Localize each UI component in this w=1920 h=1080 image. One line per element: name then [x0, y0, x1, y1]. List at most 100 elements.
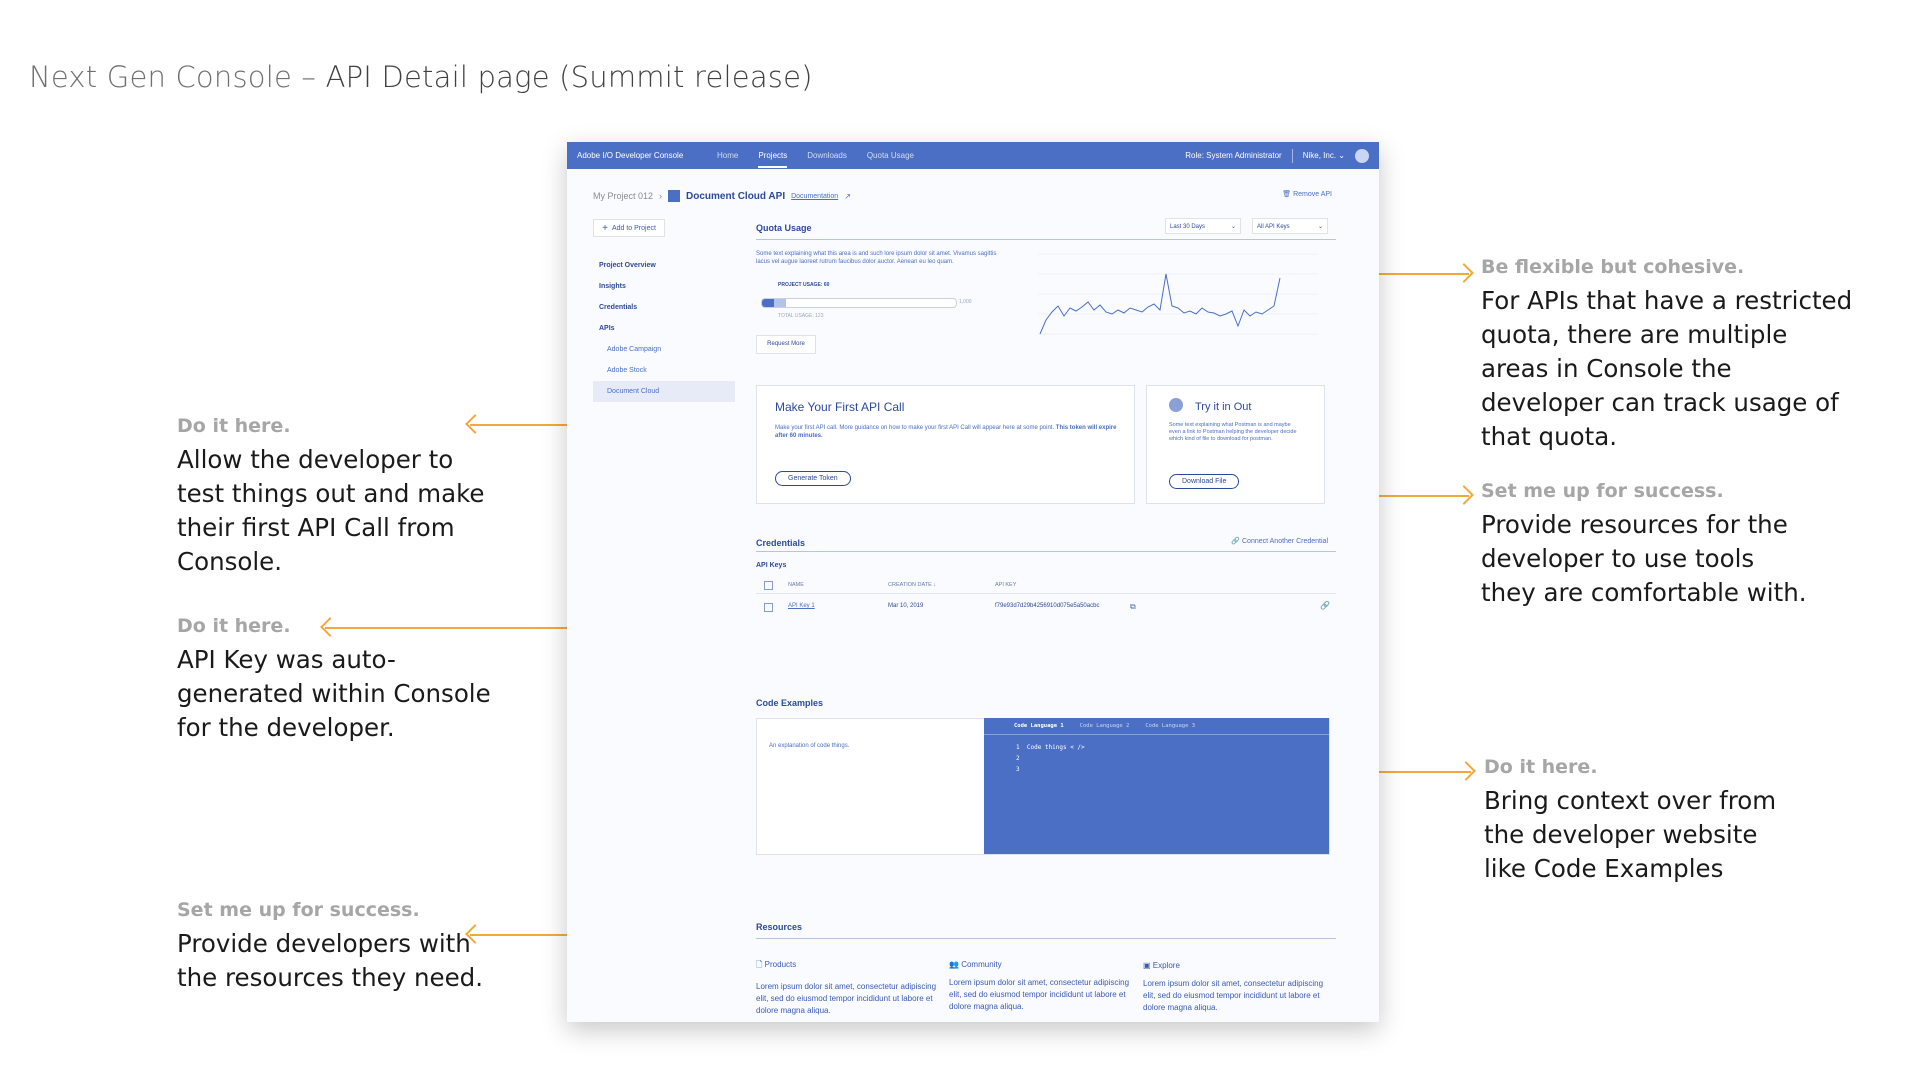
arrow-down-icon: ↓ — [933, 582, 937, 588]
try-it-text: Some text explaining what Postman is and… — [1169, 422, 1297, 442]
avatar[interactable] — [1355, 148, 1369, 163]
code-examples-section: Code Examples — [756, 698, 1336, 708]
project-usage-fill — [762, 299, 774, 307]
sidebar-item-overview[interactable]: Project Overview — [593, 255, 735, 276]
documentation-link[interactable]: Documentation — [791, 193, 838, 200]
usage-chart — [1038, 253, 1318, 335]
sidebar-item-document-cloud[interactable]: Document Cloud — [593, 381, 735, 402]
first-call-title: Make Your First API Call — [775, 400, 905, 414]
table-row: API Key 1 Mar 10, 2019 f79e93d7d29b42569… — [756, 594, 1336, 618]
resources-title: Resources — [756, 922, 803, 932]
brand-logo[interactable]: Adobe I/O Developer Console — [577, 151, 717, 160]
sidebar-item-apis[interactable]: APIs — [593, 318, 735, 339]
code-explanation: An explanation of code things. — [769, 743, 850, 749]
side-nav: Project Overview Insights Credentials AP… — [593, 255, 735, 402]
first-api-call-card: Make Your First API Call Make your first… — [756, 385, 1135, 504]
breadcrumb: My Project 012 › Document Cloud API Docu… — [593, 190, 851, 202]
sidebar-item-credentials[interactable]: Credentials — [593, 297, 735, 318]
annotation-resources: Set me up for success. Provide developer… — [177, 899, 484, 992]
page-title: Document Cloud API — [686, 190, 786, 202]
api-keys-table: NAME CREATION DATE ↓ API KEY API Key 1 M… — [756, 581, 1336, 623]
resources-community: 👥 Community Lorem ipsum dolor sit amet, … — [949, 960, 1130, 1011]
date-range-select[interactable]: Last 30 Days ⌄ — [1165, 218, 1241, 234]
creation-date: Mar 10, 2019 — [888, 603, 924, 609]
code-panel: Code Language 1 Code Language 2 Code Lan… — [984, 718, 1329, 854]
quota-description: Some text explaining what this area is a… — [756, 251, 997, 265]
link-icon: 🔗 — [1231, 538, 1241, 545]
row-checkbox[interactable] — [764, 603, 773, 612]
document-icon: 🗋 — [756, 960, 763, 969]
quota-progress-bar — [761, 298, 957, 308]
quota-section: Quota Usage Last 30 Days ⌄ All API Keys ⌄ … — [756, 218, 1336, 354]
role-label: Role: System Administrator — [1185, 151, 1282, 160]
tab-code-language-1[interactable]: Code Language 1 — [1014, 723, 1064, 729]
download-file-button[interactable]: Download File — [1169, 474, 1240, 489]
sidebar-item-adobe-stock[interactable]: Adobe Stock — [593, 360, 735, 381]
nav-quota-usage[interactable]: Quota Usage — [867, 143, 914, 168]
code-editor[interactable]: 1 Code things < /> 2 3 — [1016, 742, 1085, 775]
remove-api-button[interactable]: 🗑 Remove API — [1282, 190, 1332, 198]
api-keys-subtitle: API Keys — [756, 562, 787, 569]
api-key-name-link[interactable]: API Key 1 — [788, 603, 815, 609]
total-usage-label: TOTAL USAGE: 123 — [778, 313, 824, 319]
plus-icon: + — [602, 222, 608, 234]
first-call-text: Make your first API call. More guidance … — [775, 425, 1117, 439]
resources-section: Resources — [756, 922, 1336, 939]
api-key-value: f79e93d7d29b4256910d075e5a50acbc — [995, 603, 1100, 609]
nav-home[interactable]: Home — [717, 143, 738, 168]
external-link-icon: ↗ — [844, 191, 851, 201]
api-keys-select[interactable]: All API Keys ⌄ — [1252, 218, 1328, 234]
select-all-checkbox[interactable] — [764, 581, 773, 590]
sidebar-item-adobe-campaign[interactable]: Adobe Campaign — [593, 339, 735, 360]
copy-icon[interactable]: ⧉ — [1130, 602, 1136, 612]
nav-downloads[interactable]: Downloads — [807, 143, 847, 168]
sidebar-item-insights[interactable]: Insights — [593, 276, 735, 297]
quota-limit: 1,000 — [959, 299, 972, 305]
trash-icon: 🗑 — [1282, 191, 1292, 198]
annotation-first-call: Do it here. Allow the developer to test … — [177, 415, 485, 576]
link-icon[interactable]: 🔗 — [1320, 601, 1330, 610]
resources-products: 🗋 Products Lorem ipsum dolor sit amet, c… — [756, 960, 937, 1015]
top-nav-bar: Adobe I/O Developer Console Home Project… — [567, 142, 1379, 169]
column-name-header[interactable]: NAME — [788, 582, 804, 588]
nav-projects[interactable]: Projects — [758, 143, 788, 168]
connect-credential-link[interactable]: 🔗 Connect Another Credential — [1231, 537, 1328, 545]
org-switcher[interactable]: Nike, Inc. ⌄ — [1303, 151, 1345, 160]
try-it-out-card: Try it in Out Some text explaining what … — [1146, 385, 1325, 504]
annotation-flexible: Be flexible but cohesive. For APIs that … — [1481, 256, 1853, 451]
main-nav: Home Projects Downloads Quota Usage — [717, 143, 914, 168]
generate-token-button[interactable]: Generate Token — [775, 471, 851, 486]
divider — [756, 239, 1336, 240]
annotation-api-key: Do it here. API Key was auto-generated w… — [177, 615, 491, 742]
chevron-down-icon: ⌄ — [1230, 224, 1236, 230]
tab-code-language-2[interactable]: Code Language 2 — [1080, 723, 1130, 729]
chevron-right-icon: › — [659, 191, 663, 201]
postman-icon — [1169, 398, 1183, 412]
project-usage-label: PROJECT USAGE: 60 — [778, 282, 830, 288]
try-it-title: Try it in Out — [1195, 401, 1252, 413]
annotation-setup-tools: Set me up for success. Provide resources… — [1481, 480, 1807, 607]
column-date-header[interactable]: CREATION DATE ↓ — [888, 582, 936, 588]
tab-code-language-3[interactable]: Code Language 3 — [1145, 723, 1195, 729]
divider — [756, 938, 1336, 939]
chevron-down-icon: ⌄ — [1338, 151, 1345, 160]
api-icon — [668, 190, 681, 202]
resources-explore: ▣ Explore Lorem ipsum dolor sit amet, co… — [1143, 961, 1324, 1012]
request-more-button[interactable]: Request More — [756, 335, 816, 354]
credentials-title: Credentials — [756, 538, 806, 548]
chevron-down-icon: ⌄ — [1317, 224, 1323, 230]
code-language-tabs: Code Language 1 Code Language 2 Code Lan… — [1014, 723, 1195, 729]
column-key-header: API KEY — [995, 582, 1017, 588]
code-examples-title: Code Examples — [756, 698, 824, 708]
explore-icon: ▣ — [1143, 961, 1151, 970]
divider — [756, 551, 1336, 552]
slide-title: Next Gen Console – API Detail page (Summ… — [29, 60, 813, 94]
add-to-project-button[interactable]: + Add to Project — [593, 219, 665, 237]
divider — [1291, 148, 1293, 163]
quota-title: Quota Usage — [756, 223, 812, 233]
people-icon: 👥 — [949, 960, 959, 969]
breadcrumb-project[interactable]: My Project 012 — [593, 191, 653, 201]
credentials-section: Credentials 🔗 Connect Another Credential… — [756, 535, 1336, 623]
annotation-code: Do it here. Bring context over from the … — [1484, 756, 1777, 883]
console-mockup: Adobe I/O Developer Console Home Project… — [567, 142, 1379, 1022]
